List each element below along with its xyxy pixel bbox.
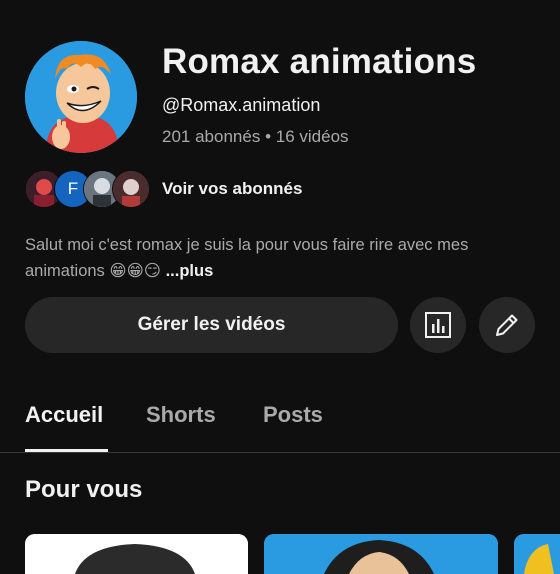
view-subscribers-label: Voir vos abonnés bbox=[162, 179, 303, 198]
subscriber-avatar-letter: F bbox=[67, 179, 79, 198]
manage-videos-button[interactable]: Gérer les vidéos bbox=[25, 297, 398, 353]
channel-avatar[interactable] bbox=[25, 41, 137, 153]
pencil-icon bbox=[496, 314, 518, 336]
thumbnail-art-2 bbox=[264, 534, 498, 574]
subscriber-count: 201 abonnés bbox=[162, 127, 261, 146]
subscriber-avatar-4-icon bbox=[113, 171, 149, 207]
channel-tabs: Accueil Shorts Posts bbox=[0, 390, 560, 453]
video-count: 16 vidéos bbox=[275, 127, 349, 146]
analytics-button[interactable] bbox=[410, 297, 466, 353]
analytics-icon bbox=[425, 312, 451, 338]
section-title: Pour vous bbox=[25, 476, 143, 503]
thumbnail-art-3 bbox=[514, 534, 560, 574]
tab-posts[interactable]: Posts bbox=[263, 402, 323, 428]
channel-handle: @Romax.animation bbox=[162, 95, 321, 115]
tab-accueil[interactable]: Accueil bbox=[25, 402, 103, 428]
video-thumbnail[interactable] bbox=[25, 534, 248, 574]
subscriber-avatars: F bbox=[25, 170, 150, 208]
video-thumbnail[interactable] bbox=[264, 534, 498, 574]
active-tab-indicator bbox=[25, 449, 108, 452]
channel-name: Romax animations bbox=[162, 42, 477, 81]
channel-description[interactable]: Salut moi c'est romax je suis la pour vo… bbox=[25, 232, 535, 284]
cartoon-avatar-icon bbox=[25, 41, 137, 153]
stats-separator: • bbox=[265, 127, 272, 146]
edit-channel-button[interactable] bbox=[479, 297, 535, 353]
description-more-link[interactable]: ...plus bbox=[166, 262, 214, 280]
description-emojis: 😁😁😏 bbox=[109, 262, 161, 280]
subscriber-avatar-4 bbox=[112, 170, 150, 208]
description-text: Salut moi c'est romax je suis la pour vo… bbox=[25, 236, 469, 280]
thumbnail-art-1 bbox=[25, 534, 248, 574]
tab-shorts[interactable]: Shorts bbox=[146, 402, 216, 428]
channel-stats: 201 abonnés • 16 vidéos bbox=[162, 127, 349, 147]
video-thumbnail[interactable] bbox=[514, 534, 560, 574]
